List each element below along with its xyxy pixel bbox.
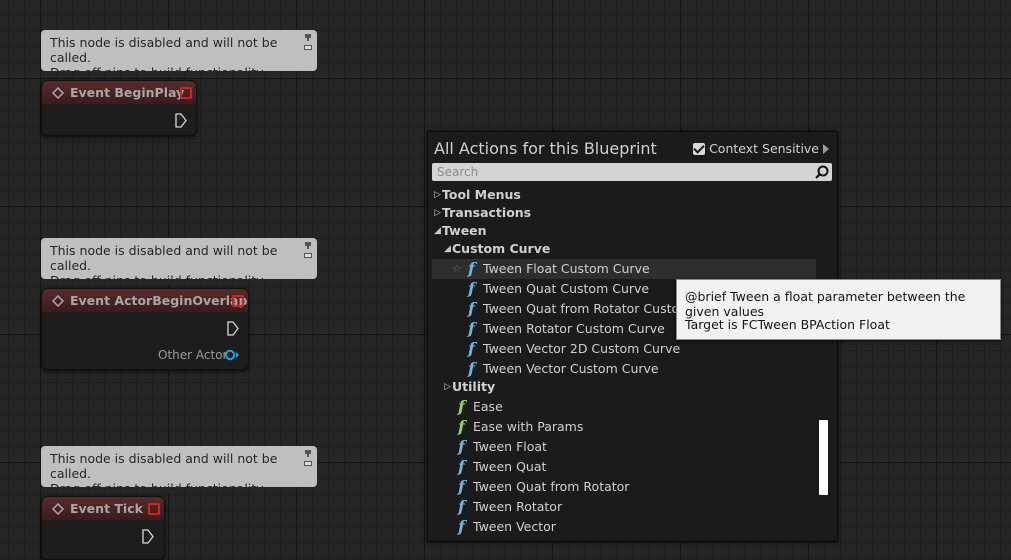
category-tool-menus[interactable]: ▷ Tool Menus: [432, 185, 816, 205]
pin-icon[interactable]: [304, 449, 313, 467]
scrollbar-thumb[interactable]: [819, 420, 828, 495]
action-ease[interactable]: f Ease: [432, 397, 816, 417]
event-tick-node[interactable]: Event Tick: [41, 496, 165, 560]
delegate-pin-icon[interactable]: [232, 295, 244, 307]
node-header[interactable]: Event Tick: [42, 497, 164, 520]
event-icon: [52, 87, 64, 99]
object-output-pin-icon[interactable]: [224, 349, 240, 361]
action-tween-vector-2d-custom-curve[interactable]: f Tween Vector 2D Custom Curve: [432, 339, 816, 359]
context-sensitive-toggle[interactable]: Context Sensitive: [693, 141, 829, 156]
function-icon: f: [458, 517, 465, 536]
row-label: Ease with Params: [473, 419, 584, 434]
action-tween-float[interactable]: f Tween Float: [432, 437, 816, 457]
row-label: Tween Vector: [473, 519, 556, 534]
function-icon: f: [468, 299, 475, 318]
expanded-arrow-icon[interactable]: ◢: [444, 239, 451, 259]
comment-line: This node is disabled and will not be ca…: [50, 451, 278, 481]
event-icon: [52, 295, 64, 307]
comment-line: This node is disabled and will not be ca…: [50, 243, 278, 273]
row-label: Tween Vector Custom Curve: [483, 361, 659, 376]
function-icon: f: [458, 497, 465, 516]
category-custom-curve[interactable]: ◢ Custom Curve: [432, 239, 816, 259]
exec-output-pin-icon[interactable]: [175, 113, 187, 128]
action-tween-rotator[interactable]: f Tween Rotator: [432, 497, 816, 517]
function-icon: f: [468, 319, 475, 338]
row-label: Tween Vector 2D Custom Curve: [483, 341, 681, 356]
node-header[interactable]: Event ActorBeginOverlap: [42, 289, 248, 312]
row-label: Tween Float: [473, 439, 547, 454]
disabled-node-comment: This node is disabled and will not be ca…: [41, 30, 317, 80]
row-label: Tween Float Custom Curve: [483, 261, 650, 276]
row-label: Tween Quat from Rotator: [473, 479, 630, 494]
delegate-pin-icon[interactable]: [180, 87, 192, 99]
function-icon: f: [458, 477, 465, 496]
category-tween[interactable]: ◢ Tween: [432, 221, 816, 241]
node-header[interactable]: Event BeginPlay: [42, 81, 196, 104]
function-icon: f: [468, 339, 475, 358]
menu-title: All Actions for this Blueprint: [434, 139, 657, 158]
disabled-node-comment: This node is disabled and will not be ca…: [41, 446, 317, 496]
action-tween-vector[interactable]: f Tween Vector: [432, 517, 816, 537]
function-icon: f: [458, 417, 465, 436]
row-label: Custom Curve: [452, 241, 551, 256]
function-icon: f: [458, 457, 465, 476]
favorite-star-icon[interactable]: ☆: [452, 259, 462, 279]
tooltip-target: Target is FCTween BPAction Float: [685, 317, 890, 332]
row-label: Tween: [442, 223, 487, 238]
expanded-arrow-icon[interactable]: ◢: [434, 221, 441, 241]
function-icon: f: [468, 259, 475, 278]
row-label: Transactions: [442, 205, 532, 220]
node-title: Event Tick: [70, 501, 143, 516]
search-icon[interactable]: [815, 165, 829, 179]
disabled-node-comment: This node is disabled and will not be ca…: [41, 238, 317, 288]
function-icon: f: [458, 437, 465, 456]
comment-line: Drag off pins to build functionality.: [50, 273, 266, 288]
search-input[interactable]: [432, 163, 832, 181]
category-utility[interactable]: ▷ Utility: [432, 377, 816, 397]
action-tween-float-custom-curve[interactable]: ☆ f Tween Float Custom Curve: [432, 259, 816, 279]
function-icon: f: [458, 397, 465, 416]
function-icon: f: [468, 279, 475, 298]
pin-icon[interactable]: [304, 33, 313, 51]
category-transactions[interactable]: ▷ Transactions: [432, 203, 816, 223]
action-tween-quat-from-rotator[interactable]: f Tween Quat from Rotator: [432, 477, 816, 497]
comment-line: Drag off pins to build functionality.: [50, 481, 266, 496]
exec-output-pin-icon[interactable]: [227, 321, 239, 336]
event-icon: [52, 503, 64, 515]
node-title: Event BeginPlay: [70, 85, 185, 100]
function-icon: f: [468, 359, 475, 378]
row-label: Tool Menus: [442, 187, 521, 202]
collapsed-arrow-icon[interactable]: ▷: [434, 203, 441, 223]
tooltip-description: @brief Tween a float parameter between t…: [685, 289, 966, 319]
pin-icon[interactable]: [304, 241, 313, 259]
context-sensitive-label: Context Sensitive: [709, 141, 819, 156]
event-actor-begin-overlap-node[interactable]: Event ActorBeginOverlap Other Actor: [41, 288, 249, 370]
action-tooltip: @brief Tween a float parameter between t…: [676, 279, 1001, 340]
row-label: Ease: [473, 399, 503, 414]
comment-line: This node is disabled and will not be ca…: [50, 35, 278, 65]
row-label: Tween Rotator Custom Curve: [483, 321, 665, 336]
row-label: Tween Quat: [473, 459, 547, 474]
row-label: Tween Quat Custom Curve: [483, 281, 650, 296]
event-beginplay-node[interactable]: Event BeginPlay: [41, 80, 197, 136]
comment-line: Drag off pins to build functionality.: [50, 65, 266, 80]
delegate-pin-icon[interactable]: [148, 503, 160, 515]
row-label: Utility: [452, 379, 496, 394]
exec-output-pin-icon[interactable]: [142, 529, 154, 544]
row-label: Tween Rotator: [473, 499, 563, 514]
action-tween-quat[interactable]: f Tween Quat: [432, 457, 816, 477]
action-tween-vector-custom-curve[interactable]: f Tween Vector Custom Curve: [432, 359, 816, 379]
action-tree: ▷ Tool Menus ▷ Transactions ◢ Tween ◢ Cu…: [432, 185, 816, 537]
collapsed-arrow-icon[interactable]: ▷: [444, 377, 451, 397]
expand-right-icon[interactable]: [823, 143, 829, 154]
row-label: Tween Quat from Rotator Custom: [483, 301, 692, 316]
action-ease-with-params[interactable]: f Ease with Params: [432, 417, 816, 437]
collapsed-arrow-icon[interactable]: ▷: [434, 185, 441, 205]
node-title: Event ActorBeginOverlap: [70, 293, 248, 308]
context-sensitive-checkbox[interactable]: [693, 142, 706, 155]
pin-label-other-actor: Other Actor: [158, 348, 228, 362]
